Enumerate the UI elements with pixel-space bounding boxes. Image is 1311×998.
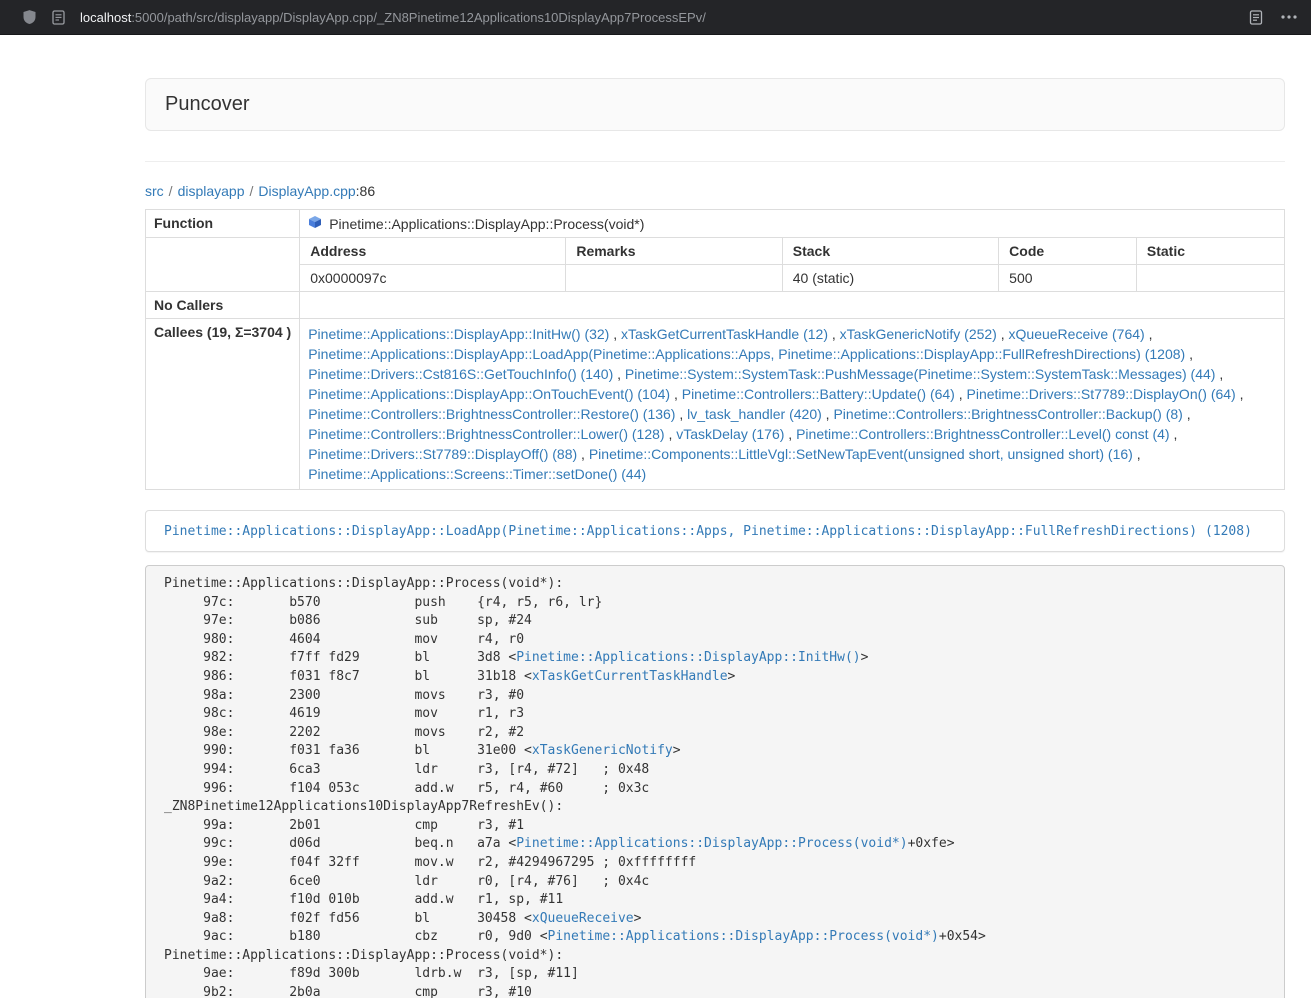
callee-link[interactable]: Pinetime::Controllers::BrightnessControl… [833, 406, 1182, 422]
divider [145, 161, 1285, 162]
page-icon[interactable] [52, 10, 65, 25]
callee-link[interactable]: Pinetime::Controllers::BrightnessControl… [308, 426, 664, 442]
url-host: localhost [80, 10, 131, 25]
breadcrumb-separator: / [250, 183, 254, 199]
callee-link[interactable]: Pinetime::Controllers::BrightnessControl… [308, 406, 675, 422]
stats-header-row: Address Remarks Stack Code Static [300, 238, 1284, 265]
page-title: Puncover [165, 93, 250, 115]
callee-separator: , [1183, 406, 1191, 422]
symbol-link[interactable]: Pinetime::Applications::DisplayApp::Init… [516, 650, 860, 665]
function-symbol: Pinetime::Applications::DisplayApp::Proc… [329, 216, 644, 232]
symbol-link[interactable]: xTaskGetCurrentTaskHandle [532, 669, 728, 684]
breadcrumb-link-src[interactable]: src [145, 183, 164, 199]
callee-link[interactable]: xTaskGetCurrentTaskHandle (12) [621, 326, 828, 342]
shield-icon[interactable] [22, 9, 37, 25]
breadcrumb-line-number: :86 [356, 183, 375, 199]
url-bar[interactable]: localhost:5000/path/src/displayapp/Displ… [80, 10, 1234, 25]
breadcrumb-link-file[interactable]: DisplayApp.cpp [258, 183, 355, 199]
breadcrumb-separator: / [169, 183, 173, 199]
callee-separator: , [822, 406, 834, 422]
callee-separator: , [665, 426, 677, 442]
stats-value-static [1136, 265, 1284, 292]
callers-cell [300, 292, 1285, 319]
page-content: Puncover src/displayapp/DisplayApp.cpp:8… [145, 35, 1285, 998]
callee-link[interactable]: Pinetime::Controllers::BrightnessControl… [796, 426, 1169, 442]
callee-link[interactable]: Pinetime::Drivers::St7789::DisplayOff() … [308, 446, 577, 462]
table-row: 0x0000097c 40 (static) 500 [300, 265, 1284, 292]
symbol-panel: Pinetime::Applications::DisplayApp::Load… [145, 510, 1285, 552]
stats-header-static: Static [1136, 238, 1284, 265]
stats-value-address: 0x0000097c [300, 265, 566, 292]
stats-value-remarks [566, 265, 782, 292]
callees-row: Callees (19, Σ=3704 ) Pinetime::Applicat… [146, 319, 1285, 490]
callee-separator: , [670, 386, 682, 402]
callee-separator: , [997, 326, 1009, 342]
callees-list: Pinetime::Applications::DisplayApp::Init… [300, 319, 1285, 490]
callee-link[interactable]: Pinetime::Drivers::Cst816S::GetTouchInfo… [308, 366, 613, 382]
callee-separator: , [675, 406, 687, 422]
stats-header-code: Code [999, 238, 1137, 265]
symbol-link[interactable]: Pinetime::Applications::DisplayApp::Proc… [548, 929, 939, 944]
callee-separator: , [1170, 426, 1178, 442]
breadcrumb: src/displayapp/DisplayApp.cpp:86 [145, 183, 1285, 199]
symbol-stats-table: Address Remarks Stack Code Static 0x0000… [300, 238, 1284, 291]
callee-separator: , [577, 446, 589, 462]
stats-value-stack: 40 (static) [782, 265, 998, 292]
symbol-table: Function Pinetime::Applications::Display… [145, 209, 1285, 490]
callee-separator: , [828, 326, 840, 342]
stats-header-stack: Stack [782, 238, 998, 265]
callee-link[interactable]: Pinetime::Applications::DisplayApp::Load… [308, 346, 1185, 362]
function-symbol-cell: Pinetime::Applications::DisplayApp::Proc… [300, 210, 1285, 238]
app-header: Puncover [145, 78, 1285, 131]
stats-header-remarks: Remarks [566, 238, 782, 265]
callee-link[interactable]: lv_task_handler (420) [687, 406, 822, 422]
callee-link[interactable]: Pinetime::Controllers::Battery::Update()… [682, 386, 955, 402]
url-path: :5000/path/src/displayapp/DisplayApp.cpp… [131, 10, 706, 25]
callee-link[interactable]: Pinetime::Components::LittleVgl::SetNewT… [589, 446, 1133, 462]
breadcrumb-link-displayapp[interactable]: displayapp [178, 183, 245, 199]
row-label-no-callers: No Callers [146, 292, 300, 319]
callee-separator: , [609, 326, 621, 342]
stats-cell: Address Remarks Stack Code Static 0x0000… [300, 238, 1285, 292]
panel-heading-link[interactable]: Pinetime::Applications::DisplayApp::Load… [164, 524, 1252, 539]
callee-link[interactable]: Pinetime::Drivers::St7789::DisplayOn() (… [967, 386, 1236, 402]
stats-value-code: 500 [999, 265, 1137, 292]
row-label-function: Function [146, 210, 300, 238]
callee-separator: , [613, 366, 625, 382]
callee-link[interactable]: Pinetime::Applications::DisplayApp::Init… [308, 326, 609, 342]
symbol-link[interactable]: Pinetime::Applications::DisplayApp::Proc… [516, 836, 907, 851]
callee-link[interactable]: xQueueReceive (764) [1009, 326, 1145, 342]
symbol-link[interactable]: xQueueReceive [532, 911, 634, 926]
callee-link[interactable]: Pinetime::Applications::DisplayApp::OnTo… [308, 386, 670, 402]
reader-view-icon[interactable] [1249, 10, 1263, 25]
callee-link[interactable]: xTaskGenericNotify (252) [840, 326, 997, 342]
function-icon [308, 215, 322, 232]
callee-separator: , [1236, 386, 1244, 402]
row-label-empty [146, 238, 300, 292]
disassembly: Pinetime::Applications::DisplayApp::Proc… [145, 565, 1285, 998]
symbol-link[interactable]: xTaskGenericNotify [532, 743, 673, 758]
more-options-icon[interactable] [1281, 15, 1297, 19]
callee-separator: , [1185, 346, 1193, 362]
callers-row: No Callers [146, 292, 1285, 319]
callee-separator: , [784, 426, 796, 442]
callee-separator: , [1215, 366, 1223, 382]
function-row: Function Pinetime::Applications::Display… [146, 210, 1285, 238]
callee-separator: , [955, 386, 967, 402]
callee-separator: , [1133, 446, 1141, 462]
callee-link[interactable]: Pinetime::Applications::Screens::Timer::… [308, 466, 646, 482]
callee-link[interactable]: vTaskDelay (176) [676, 426, 784, 442]
browser-toolbar: localhost:5000/path/src/displayapp/Displ… [0, 0, 1311, 35]
callee-link[interactable]: Pinetime::System::SystemTask::PushMessag… [625, 366, 1216, 382]
stats-header-address: Address [300, 238, 566, 265]
stats-row: Address Remarks Stack Code Static 0x0000… [146, 238, 1285, 292]
row-label-callees: Callees (19, Σ=3704 ) [146, 319, 300, 490]
callee-separator: , [1145, 326, 1153, 342]
